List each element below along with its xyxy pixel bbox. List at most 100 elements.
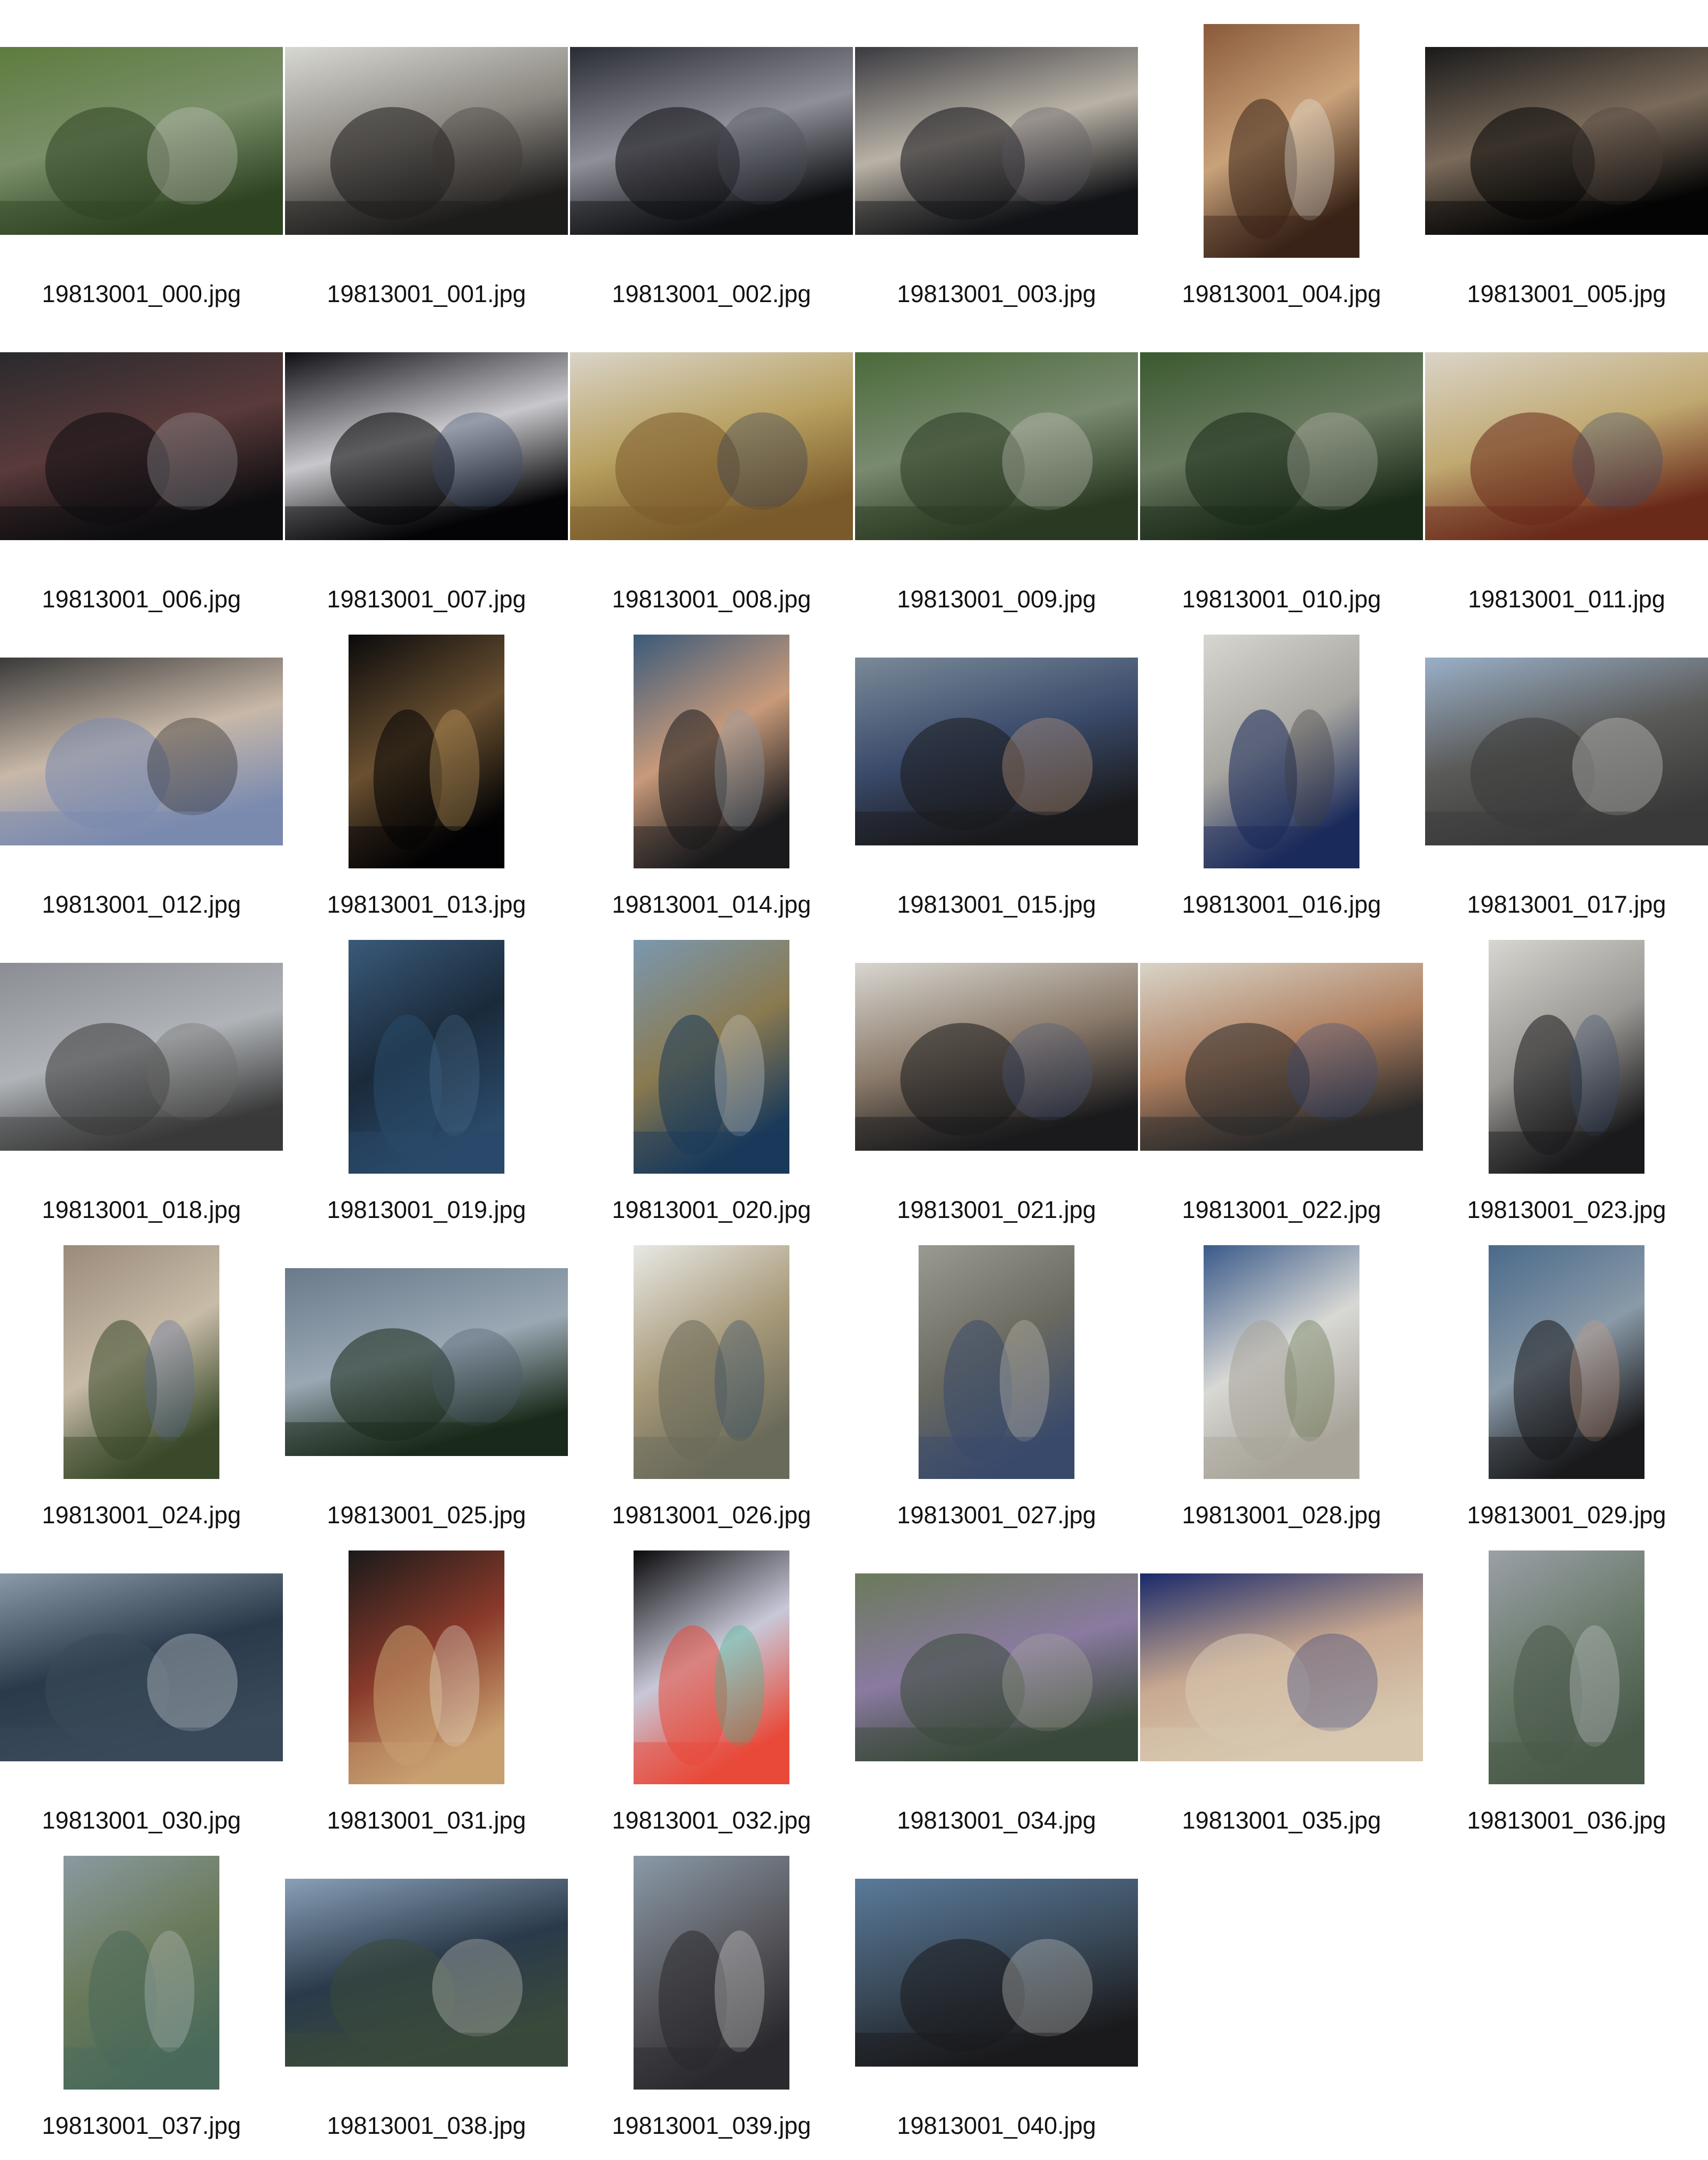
photo-thumbnail[interactable] — [349, 1550, 504, 1784]
photo-cell[interactable]: 19813001_018.jpg — [0, 939, 283, 1244]
photo-thumbnail[interactable] — [0, 1573, 283, 1761]
photo-cell[interactable]: 19813001_009.jpg — [855, 329, 1138, 634]
photo-filename[interactable]: 19813001_029.jpg — [1425, 1502, 1708, 1529]
photo-cell[interactable]: 19813001_034.jpg — [855, 1550, 1138, 1855]
photo-thumbnail[interactable] — [855, 352, 1138, 540]
photo-cell[interactable]: 19813001_029.jpg — [1425, 1245, 1708, 1549]
photo-cell[interactable]: 19813001_003.jpg — [855, 23, 1138, 328]
photo-thumbnail[interactable] — [919, 1245, 1074, 1479]
photo-filename[interactable]: 19813001_010.jpg — [1140, 586, 1423, 613]
photo-thumbnail[interactable] — [855, 47, 1138, 235]
photo-thumbnail[interactable] — [1489, 940, 1644, 1174]
photo-cell[interactable]: 19813001_006.jpg — [0, 329, 283, 634]
photo-cell[interactable]: 19813001_036.jpg — [1425, 1550, 1708, 1855]
photo-cell[interactable]: 19813001_014.jpg — [570, 634, 853, 939]
photo-thumbnail[interactable] — [634, 635, 789, 868]
photo-thumbnail[interactable] — [1140, 1573, 1423, 1761]
photo-thumbnail[interactable] — [0, 658, 283, 845]
photo-cell[interactable]: 19813001_002.jpg — [570, 23, 853, 328]
photo-cell[interactable]: 19813001_015.jpg — [855, 634, 1138, 939]
photo-thumbnail[interactable] — [855, 963, 1138, 1151]
photo-cell[interactable]: 19813001_021.jpg — [855, 939, 1138, 1244]
photo-filename[interactable]: 19813001_006.jpg — [0, 586, 283, 613]
photo-thumbnail[interactable] — [1489, 1550, 1644, 1784]
photo-thumbnail[interactable] — [570, 47, 853, 235]
photo-thumbnail[interactable] — [0, 352, 283, 540]
photo-filename[interactable]: 19813001_021.jpg — [855, 1197, 1138, 1223]
photo-thumbnail[interactable] — [285, 47, 568, 235]
photo-thumbnail[interactable] — [349, 940, 504, 1174]
photo-thumbnail[interactable] — [634, 1245, 789, 1479]
photo-cell[interactable]: 19813001_008.jpg — [570, 329, 853, 634]
photo-filename[interactable]: 19813001_028.jpg — [1140, 1502, 1423, 1529]
photo-cell[interactable]: 19813001_027.jpg — [855, 1245, 1138, 1549]
photo-thumbnail[interactable] — [1425, 47, 1708, 235]
photo-filename[interactable]: 19813001_035.jpg — [1140, 1807, 1423, 1834]
photo-cell[interactable]: 19813001_038.jpg — [285, 1855, 568, 2160]
photo-cell[interactable]: 19813001_004.jpg — [1140, 23, 1423, 328]
photo-filename[interactable]: 19813001_013.jpg — [285, 891, 568, 918]
photo-cell[interactable]: 19813001_031.jpg — [285, 1550, 568, 1855]
photo-filename[interactable]: 19813001_020.jpg — [570, 1197, 853, 1223]
photo-filename[interactable]: 19813001_000.jpg — [0, 281, 283, 307]
photo-filename[interactable]: 19813001_030.jpg — [0, 1807, 283, 1834]
photo-thumbnail[interactable] — [1204, 1245, 1359, 1479]
photo-thumbnail[interactable] — [1425, 352, 1708, 540]
photo-thumbnail[interactable] — [855, 1879, 1138, 2067]
photo-filename[interactable]: 19813001_023.jpg — [1425, 1197, 1708, 1223]
photo-filename[interactable]: 19813001_038.jpg — [285, 2112, 568, 2139]
photo-thumbnail[interactable] — [1204, 24, 1359, 258]
photo-cell[interactable]: 19813001_022.jpg — [1140, 939, 1423, 1244]
photo-filename[interactable]: 19813001_022.jpg — [1140, 1197, 1423, 1223]
photo-cell[interactable]: 19813001_010.jpg — [1140, 329, 1423, 634]
photo-thumbnail[interactable] — [285, 1879, 568, 2067]
photo-thumbnail[interactable] — [349, 635, 504, 868]
photo-filename[interactable]: 19813001_018.jpg — [0, 1197, 283, 1223]
photo-filename[interactable]: 19813001_008.jpg — [570, 586, 853, 613]
photo-cell[interactable]: 19813001_005.jpg — [1425, 23, 1708, 328]
photo-filename[interactable]: 19813001_009.jpg — [855, 586, 1138, 613]
photo-cell[interactable]: 19813001_001.jpg — [285, 23, 568, 328]
photo-thumbnail[interactable] — [0, 47, 283, 235]
photo-cell[interactable]: 19813001_035.jpg — [1140, 1550, 1423, 1855]
photo-filename[interactable]: 19813001_011.jpg — [1425, 586, 1708, 613]
photo-filename[interactable]: 19813001_025.jpg — [285, 1502, 568, 1529]
photo-cell[interactable]: 19813001_017.jpg — [1425, 634, 1708, 939]
photo-thumbnail[interactable] — [285, 352, 568, 540]
photo-thumbnail[interactable] — [634, 1550, 789, 1784]
photo-filename[interactable]: 19813001_017.jpg — [1425, 891, 1708, 918]
photo-filename[interactable]: 19813001_001.jpg — [285, 281, 568, 307]
photo-filename[interactable]: 19813001_032.jpg — [570, 1807, 853, 1834]
photo-filename[interactable]: 19813001_034.jpg — [855, 1807, 1138, 1834]
photo-filename[interactable]: 19813001_040.jpg — [855, 2112, 1138, 2139]
photo-cell[interactable]: 19813001_013.jpg — [285, 634, 568, 939]
photo-filename[interactable]: 19813001_012.jpg — [0, 891, 283, 918]
photo-thumbnail[interactable] — [570, 352, 853, 540]
photo-thumbnail[interactable] — [1204, 635, 1359, 868]
photo-thumbnail[interactable] — [855, 658, 1138, 845]
photo-cell[interactable]: 19813001_032.jpg — [570, 1550, 853, 1855]
photo-filename[interactable]: 19813001_036.jpg — [1425, 1807, 1708, 1834]
photo-cell[interactable]: 19813001_007.jpg — [285, 329, 568, 634]
photo-cell[interactable]: 19813001_011.jpg — [1425, 329, 1708, 634]
photo-cell[interactable]: 19813001_026.jpg — [570, 1245, 853, 1549]
photo-thumbnail[interactable] — [1425, 658, 1708, 845]
photo-cell[interactable]: 19813001_012.jpg — [0, 634, 283, 939]
photo-cell[interactable]: 19813001_020.jpg — [570, 939, 853, 1244]
photo-filename[interactable]: 19813001_024.jpg — [0, 1502, 283, 1529]
photo-filename[interactable]: 19813001_007.jpg — [285, 586, 568, 613]
photo-filename[interactable]: 19813001_014.jpg — [570, 891, 853, 918]
photo-filename[interactable]: 19813001_019.jpg — [285, 1197, 568, 1223]
photo-filename[interactable]: 19813001_016.jpg — [1140, 891, 1423, 918]
photo-cell[interactable]: 19813001_024.jpg — [0, 1245, 283, 1549]
photo-thumbnail[interactable] — [285, 1268, 568, 1456]
photo-cell[interactable]: 19813001_000.jpg — [0, 23, 283, 328]
photo-cell[interactable]: 19813001_030.jpg — [0, 1550, 283, 1855]
photo-cell[interactable]: 19813001_016.jpg — [1140, 634, 1423, 939]
photo-thumbnail[interactable] — [1489, 1245, 1644, 1479]
photo-thumbnail[interactable] — [634, 940, 789, 1174]
photo-filename[interactable]: 19813001_003.jpg — [855, 281, 1138, 307]
photo-thumbnail[interactable] — [0, 963, 283, 1151]
photo-cell[interactable]: 19813001_040.jpg — [855, 1855, 1138, 2160]
photo-filename[interactable]: 19813001_039.jpg — [570, 2112, 853, 2139]
